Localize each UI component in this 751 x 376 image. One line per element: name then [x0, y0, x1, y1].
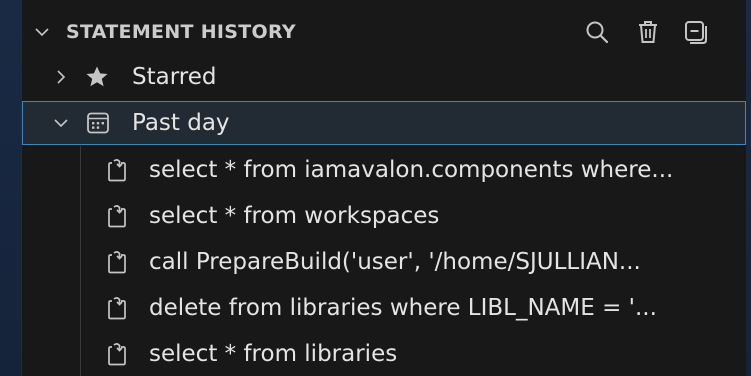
statement-label: delete from libraries where LIBL_NAME = …	[149, 295, 657, 321]
history-run-icon	[108, 297, 126, 320]
section-header[interactable]: STATEMENT HISTORY	[22, 12, 746, 52]
window-background: STATEMENT HISTORY Starred Past day selec…	[0, 0, 751, 376]
chevron-down-icon[interactable]	[52, 114, 70, 132]
statement-label: select * from workspaces	[149, 203, 440, 229]
group-label: Past day	[132, 110, 230, 136]
statement-history-panel: STATEMENT HISTORY Starred Past day selec…	[21, 0, 746, 376]
statement-item[interactable]: select * from iamavalon.components where…	[22, 148, 746, 192]
chevron-down-icon[interactable]	[33, 23, 51, 41]
statement-label: select * from libraries	[149, 341, 398, 367]
group-past-day[interactable]: Past day	[22, 101, 746, 145]
statement-item[interactable]: select * from workspaces	[22, 194, 746, 238]
history-run-icon	[108, 343, 126, 366]
statement-item[interactable]: select * from libraries	[22, 332, 746, 376]
trash-icon[interactable]	[634, 18, 662, 46]
history-run-icon	[108, 251, 126, 274]
group-starred[interactable]: Starred	[22, 55, 746, 99]
chevron-right-icon[interactable]	[52, 68, 70, 86]
calendar-icon	[87, 112, 109, 134]
star-icon	[86, 66, 108, 87]
group-label: Starred	[132, 64, 217, 90]
statement-label: call PrepareBuild('user', '/home/SJULLIA…	[149, 249, 641, 275]
statement-item[interactable]: delete from libraries where LIBL_NAME = …	[22, 286, 746, 330]
search-icon[interactable]	[583, 18, 611, 46]
collapse-all-icon[interactable]	[682, 18, 710, 46]
statement-item[interactable]: call PrepareBuild('user', '/home/SJULLIA…	[22, 240, 746, 284]
statement-label: select * from iamavalon.components where…	[149, 157, 674, 183]
history-run-icon	[108, 159, 126, 182]
section-title: STATEMENT HISTORY	[66, 21, 296, 43]
history-run-icon	[108, 205, 126, 228]
